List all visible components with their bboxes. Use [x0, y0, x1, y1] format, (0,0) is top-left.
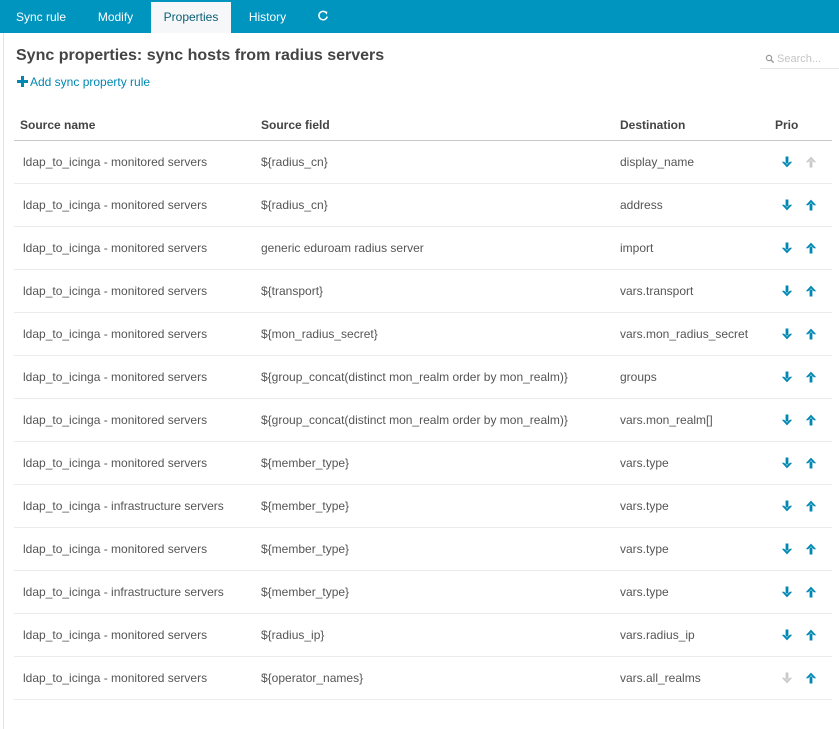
- source-field-cell: ${radius_cn}: [261, 155, 328, 169]
- destination-cell: vars.mon_radius_secret: [620, 327, 749, 341]
- refresh-icon: [318, 10, 328, 21]
- move-up-arrow-icon[interactable]: [804, 585, 818, 599]
- move-up-arrow-icon[interactable]: [804, 542, 818, 556]
- table-row[interactable]: ldap_to_icinga - monitored servers ${radi…: [14, 184, 832, 227]
- move-up-arrow-icon[interactable]: [804, 284, 818, 298]
- table-row[interactable]: ldap_to_icinga - monitored servers ${oper…: [14, 657, 832, 700]
- move-down-arrow-icon[interactable]: [780, 499, 794, 513]
- source-name-cell: ldap_to_icinga - monitored servers: [23, 413, 208, 427]
- move-up-arrow-icon: [804, 155, 818, 169]
- search-input[interactable]: [777, 52, 839, 66]
- source-name-cell: ldap_to_icinga - monitored servers: [23, 155, 208, 169]
- tab-modify[interactable]: Modify: [82, 2, 149, 33]
- table-row[interactable]: ldap_to_icinga - monitored servers ${memb…: [14, 442, 832, 485]
- source-field-cell: ${transport}: [261, 284, 324, 298]
- move-up-arrow-icon[interactable]: [804, 499, 818, 513]
- move-up-arrow-icon[interactable]: [804, 327, 818, 341]
- destination-cell: vars.type: [620, 499, 669, 513]
- destination-cell: vars.type: [620, 542, 669, 556]
- source-field-cell: ${radius_cn}: [261, 198, 328, 212]
- search-icon: [765, 54, 775, 64]
- source-field-cell: generic eduroam radius server: [261, 241, 424, 255]
- table-row[interactable]: ldap_to_icinga - monitored servers ${radi…: [14, 141, 832, 184]
- move-down-arrow-icon[interactable]: [780, 198, 794, 212]
- source-name-cell: ldap_to_icinga - monitored servers: [23, 542, 208, 556]
- move-up-arrow-icon[interactable]: [804, 671, 818, 685]
- move-up-arrow-icon[interactable]: [804, 413, 818, 427]
- source-name-cell: ldap_to_icinga - monitored servers: [23, 456, 208, 470]
- plus-icon: [17, 76, 28, 87]
- source-name-cell: ldap_to_icinga - infrastructure servers: [23, 585, 224, 599]
- source-field-cell: ${member_type}: [261, 542, 350, 556]
- source-name-cell: ldap_to_icinga - monitored servers: [23, 284, 208, 298]
- source-name-cell: ldap_to_icinga - monitored servers: [23, 198, 208, 212]
- move-down-arrow-icon[interactable]: [780, 585, 794, 599]
- destination-cell: vars.transport: [620, 284, 694, 298]
- source-field-cell: ${group_concat(distinct mon_realm order …: [261, 370, 568, 384]
- move-down-arrow-icon[interactable]: [780, 370, 794, 384]
- source-name-cell: ldap_to_icinga - monitored servers: [23, 671, 208, 685]
- column-header-prio: Prio: [775, 118, 799, 132]
- add-sync-property-rule-link[interactable]: Add sync property rule: [17, 75, 150, 91]
- source-field-cell: ${group_concat(distinct mon_realm order …: [261, 413, 568, 427]
- destination-cell: display_name: [620, 155, 695, 169]
- source-name-cell: ldap_to_icinga - monitored servers: [23, 327, 208, 341]
- table-row[interactable]: ldap_to_icinga - monitored servers generi…: [14, 227, 832, 270]
- column-header-destination: Destination: [620, 118, 686, 132]
- table-row[interactable]: ldap_to_icinga - monitored servers ${memb…: [14, 528, 832, 571]
- destination-cell: address: [620, 198, 663, 212]
- move-down-arrow-icon[interactable]: [780, 327, 794, 341]
- source-name-cell: ldap_to_icinga - infrastructure servers: [23, 499, 224, 513]
- column-header-source-field: Source field: [261, 118, 330, 132]
- source-field-cell: ${member_type}: [261, 499, 350, 513]
- property-table-body: ldap_to_icinga - monitored servers ${radi…: [14, 141, 832, 700]
- move-down-arrow-icon[interactable]: [780, 413, 794, 427]
- destination-cell: vars.type: [620, 585, 669, 599]
- source-field-cell: ${radius_ip}: [261, 628, 325, 642]
- content-left-border: [3, 33, 4, 729]
- table-row[interactable]: ldap_to_icinga - monitored servers ${grou…: [14, 399, 832, 442]
- source-field-cell: ${operator_names}: [261, 671, 364, 685]
- move-down-arrow-icon[interactable]: [780, 284, 794, 298]
- source-name-cell: ldap_to_icinga - monitored servers: [23, 241, 208, 255]
- tab-properties[interactable]: Properties: [151, 2, 231, 33]
- destination-cell: vars.mon_realm[]: [620, 413, 713, 427]
- move-up-arrow-icon[interactable]: [804, 628, 818, 642]
- move-down-arrow-icon[interactable]: [780, 241, 794, 255]
- tab-bar: Sync rule Modify Properties History: [0, 0, 839, 33]
- column-header-source-name: Source name: [20, 118, 96, 132]
- source-field-cell: ${member_type}: [261, 585, 350, 599]
- tab-refresh[interactable]: [304, 2, 342, 33]
- table-row[interactable]: ldap_to_icinga - monitored servers ${tran…: [14, 270, 832, 313]
- add-rule-label: Add sync property rule: [30, 75, 151, 89]
- move-down-arrow-icon[interactable]: [780, 155, 794, 169]
- source-name-cell: ldap_to_icinga - monitored servers: [23, 628, 208, 642]
- destination-cell: vars.radius_ip: [620, 628, 695, 642]
- table-row[interactable]: ldap_to_icinga - monitored servers ${mon_…: [14, 313, 832, 356]
- table-row[interactable]: ldap_to_icinga - infrastructure servers $…: [14, 485, 832, 528]
- source-field-cell: ${mon_radius_secret}: [261, 327, 378, 341]
- move-up-arrow-icon[interactable]: [804, 456, 818, 470]
- move-up-arrow-icon[interactable]: [804, 370, 818, 384]
- page-title: Sync properties: sync hosts from radius …: [16, 47, 385, 64]
- destination-cell: vars.type: [620, 456, 669, 470]
- destination-cell: vars.all_realms: [620, 671, 701, 685]
- tab-history[interactable]: History: [233, 2, 302, 33]
- search-box[interactable]: [760, 52, 839, 69]
- source-field-cell: ${member_type}: [261, 456, 350, 470]
- move-down-arrow-icon[interactable]: [780, 456, 794, 470]
- table-row[interactable]: ldap_to_icinga - infrastructure servers $…: [14, 571, 832, 614]
- source-name-cell: ldap_to_icinga - monitored servers: [23, 370, 208, 384]
- table-row[interactable]: ldap_to_icinga - monitored servers ${radi…: [14, 614, 832, 657]
- destination-cell: import: [620, 241, 654, 255]
- destination-cell: groups: [620, 370, 657, 384]
- move-up-arrow-icon[interactable]: [804, 198, 818, 212]
- move-up-arrow-icon[interactable]: [804, 241, 818, 255]
- move-down-arrow-icon[interactable]: [780, 542, 794, 556]
- table-row[interactable]: ldap_to_icinga - monitored servers ${grou…: [14, 356, 832, 399]
- tab-sync-rule[interactable]: Sync rule: [0, 2, 82, 33]
- move-down-arrow-icon: [780, 671, 794, 685]
- move-down-arrow-icon[interactable]: [780, 628, 794, 642]
